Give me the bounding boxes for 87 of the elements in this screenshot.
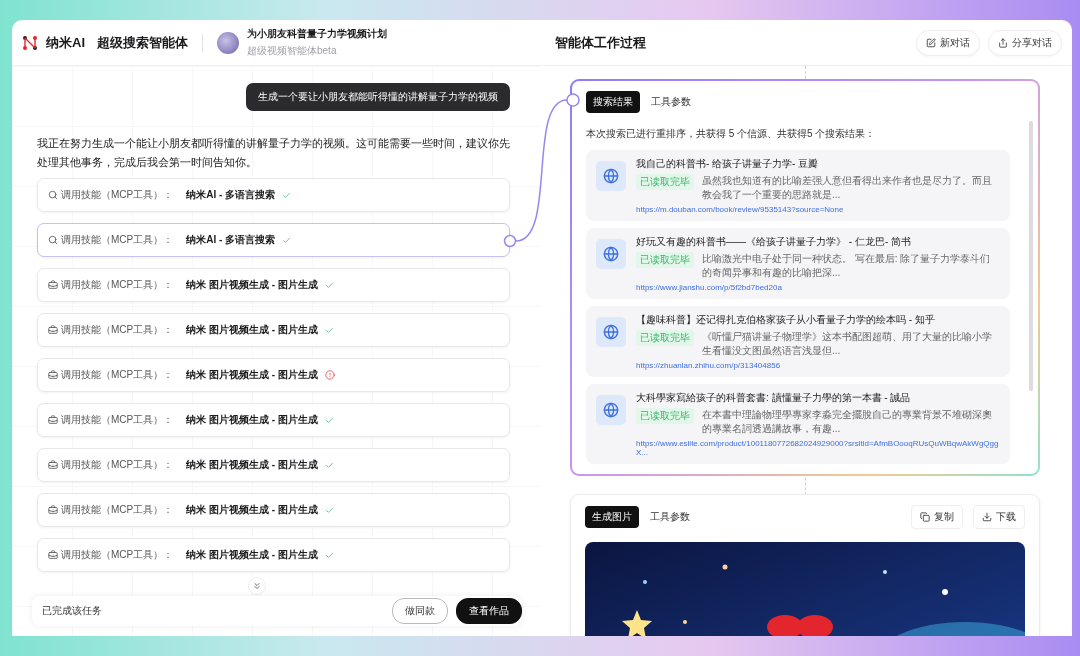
make-same-button[interactable]: 做同款 xyxy=(392,598,448,624)
briefcase-icon xyxy=(48,280,58,290)
user-message: 生成一个要让小朋友都能听得懂的讲解量子力学的视频 xyxy=(246,83,510,111)
tab[interactable]: 生成图片 xyxy=(585,506,639,528)
result-link[interactable]: https://www.jianshu.com/p/5f2bd7bed20a xyxy=(636,283,1000,292)
search-result-card[interactable]: 我自己的科普书- 给孩子讲量子力学- 豆瓣 已读取完毕 虽然我也知道有的比喻差强人意但看得出来作者也是尽力了。而且教会我了一个重要的思路就是... https://m.douban.com/book/review/9535143?source=None xyxy=(586,150,1010,221)
tool-call-card[interactable]: 调用技能（MCP工具）： 纳米 图片视频生成 - 图片生成 xyxy=(37,493,510,527)
step-label: 调用技能（MCP工具）： xyxy=(61,413,174,427)
download-button[interactable]: 下载 xyxy=(973,505,1025,529)
tool-name: 纳米AI - 多语言搜索 xyxy=(186,188,276,202)
briefcase-icon xyxy=(48,550,58,560)
result-snippet: 《听懂尸猫讲量子物理学》这本书配图超萌、用了大量的比喻小学生看懂没文图虽然语言浅显但... xyxy=(702,330,993,358)
step-label: 调用技能（MCP工具）： xyxy=(61,188,174,202)
tool-name: 纳米 图片视频生成 - 图片生成 xyxy=(186,458,318,472)
scroll-down-button[interactable] xyxy=(248,577,266,595)
logo-icon xyxy=(22,34,38,51)
tool-call-card[interactable]: 调用技能（MCP工具）： 纳米 图片视频生成 - 图片生成 xyxy=(37,313,510,347)
tool-name: 纳米AI - 多语言搜索 xyxy=(186,233,276,247)
tool-call-card[interactable]: 调用技能（MCP工具）： 纳米 图片视频生成 - 图片生成 xyxy=(37,403,510,437)
result-link[interactable]: https://www.eslite.com/product/1001180772682024929000?srsltid=AfmBOooqRUsQuWBqwAkWgQggX... xyxy=(636,439,1000,457)
step-label: 调用技能（MCP工具）： xyxy=(61,458,174,472)
step-label: 调用技能（MCP工具）： xyxy=(61,368,174,382)
result-title: 好玩又有趣的科普书——《给孩子讲量子力学》 - 仁龙巴- 简书 xyxy=(636,235,912,249)
brand-name: 纳米AI xyxy=(46,33,85,52)
globe-icon xyxy=(596,239,626,269)
briefcase-icon xyxy=(48,325,58,335)
search-summary: 本次搜索已进行重排序，共获得 5 个信源、共获得5 个搜索结果： xyxy=(586,127,877,141)
result-snippet: 比喻激光中电子处于同一种状态。 写在最后: 除了量子力学泰斗们的奇闻异事和有趣的比喻把深... xyxy=(702,252,992,280)
tool-call-card[interactable]: 调用技能（MCP工具）： 纳米 图片视频生成 - 图片生成 xyxy=(37,448,510,482)
project-subtitle: 超级视频智能体beta xyxy=(247,44,338,58)
briefcase-icon xyxy=(48,370,58,380)
step-label: 调用技能（MCP工具）： xyxy=(61,503,174,517)
result-snippet: 虽然我也知道有的比喻差强人意但看得出来作者也是尽力了。而且教会我了一个重要的思路就是... xyxy=(702,174,993,202)
step-label: 调用技能（MCP工具）： xyxy=(61,323,174,337)
result-snippet: 在本書中理論物理學專家李淼完全擺脫自己的專業背景不堆砌深奧的專業名詞透過講故事，有趣... xyxy=(702,408,993,436)
scrollbar[interactable] xyxy=(1029,121,1033,391)
tool-name: 纳米 图片视频生成 - 图片生成 xyxy=(186,323,318,337)
product-name: 超级搜索智能体 xyxy=(97,33,188,52)
result-title: 【趣味科普】还记得扎克伯格家孩子从小看量子力学的绘本吗 - 知乎 xyxy=(636,313,936,327)
task-status: 已完成该任务 xyxy=(42,604,103,618)
panel-title: 智能体工作过程 xyxy=(555,33,647,52)
search-result-card[interactable]: 【趣味科普】还记得扎克伯格家孩子从小看量子力学的绘本吗 - 知乎 已读取完毕 《听懂尸猫讲量子物理学》这本书配图超萌、用了大量的比喻小学生看懂没文图虽然语言浅显但... https://zhuanlan.zhihu.com/p/313404856 xyxy=(586,306,1010,377)
share-button[interactable]: 分享对话 xyxy=(988,29,1062,56)
assistant-message: 我正在努力生成一个能让小朋友都听得懂的讲解量子力学的视频。这可能需要一些时间，建议你先处理其他事务，完成后我会第一时间告知你。 xyxy=(37,136,510,170)
globe-icon xyxy=(596,161,626,191)
view-work-button[interactable]: 查看作品 xyxy=(456,598,522,624)
result-title: 我自己的科普书- 给孩子讲量子力学- 豆瓣 xyxy=(636,157,820,171)
result-link[interactable]: https://m.douban.com/book/review/9535143?source=None xyxy=(636,205,1000,214)
step-label: 调用技能（MCP工具）： xyxy=(61,233,174,247)
tool-call-card[interactable]: 调用技能（MCP工具）： 纳米AI - 多语言搜索 xyxy=(37,223,510,257)
read-status-tag: 已读取完毕 xyxy=(636,174,694,190)
avatar xyxy=(217,31,239,54)
step-label: 调用技能（MCP工具）： xyxy=(61,548,174,562)
new-chat-button[interactable]: 新对话 xyxy=(916,29,980,56)
briefcase-icon xyxy=(48,460,58,470)
step-label: 调用技能（MCP工具）： xyxy=(61,278,174,292)
connector-dot xyxy=(566,93,580,107)
tool-call-card[interactable]: 调用技能（MCP工具）： 纳米 图片视频生成 - 图片生成 xyxy=(37,538,510,572)
search-icon xyxy=(48,235,58,245)
share-icon xyxy=(998,37,1008,48)
tool-name: 纳米 图片视频生成 - 图片生成 xyxy=(186,278,318,292)
project-title: 为小朋友科普量子力学视频计划 xyxy=(247,27,387,41)
briefcase-icon xyxy=(48,505,58,515)
globe-icon xyxy=(596,395,626,425)
tool-name: 纳米 图片视频生成 - 图片生成 xyxy=(186,503,318,517)
tool-call-card[interactable]: 调用技能（MCP工具）： 纳米AI - 多语言搜索 xyxy=(37,178,510,212)
read-status-tag: 已读取完毕 xyxy=(636,408,694,424)
read-status-tag: 已读取完毕 xyxy=(636,252,694,268)
search-result-card[interactable]: 好玩又有趣的科普书——《给孩子讲量子力学》 - 仁龙巴- 简书 已读取完毕 比喻激光中电子处于同一种状态。 写在最后: 除了量子力学泰斗们的奇闻异事和有趣的比喻把深... https://www.jianshu.com/p/5f2bd7bed20a xyxy=(586,228,1010,299)
tool-name: 纳米 图片视频生成 - 图片生成 xyxy=(186,548,318,562)
search-result-card[interactable]: 大科學家寫給孩子的科普套書: 讀懂量子力學的第一本書 - 誠品 已读取完毕 在本書中理論物理學專家李淼完全擺脫自己的專業背景不堆砌深奧的專業名詞透過講故事，有趣... https://www.eslite.com/product/1001180772682024929000?srsltid=AfmBOooqRUsQuWBqwAkWgQggX... xyxy=(586,384,1010,464)
globe-icon xyxy=(596,317,626,347)
edit-icon xyxy=(926,37,936,48)
result-link[interactable]: https://zhuanlan.zhihu.com/p/313404856 xyxy=(636,361,1000,370)
tool-name: 纳米 图片视频生成 - 图片生成 xyxy=(186,413,318,427)
briefcase-icon xyxy=(48,415,58,425)
copy-button[interactable]: 复制 xyxy=(911,505,963,529)
read-status-tag: 已读取完毕 xyxy=(636,330,694,346)
tool-name: 纳米 图片视频生成 - 图片生成 xyxy=(186,368,318,382)
tab[interactable]: 搜索结果 xyxy=(586,91,640,113)
download-icon xyxy=(982,512,992,522)
tool-call-card[interactable]: 调用技能（MCP工具）： 纳米 图片视频生成 - 图片生成 xyxy=(37,268,510,302)
tool-call-card[interactable]: 调用技能（MCP工具）： 纳米 图片视频生成 - 图片生成 xyxy=(37,358,510,392)
search-icon xyxy=(48,190,58,200)
chevron-down-icon xyxy=(252,581,262,591)
copy-icon xyxy=(920,512,930,522)
result-title: 大科學家寫給孩子的科普套書: 讀懂量子力學的第一本書 - 誠品 xyxy=(636,391,912,405)
